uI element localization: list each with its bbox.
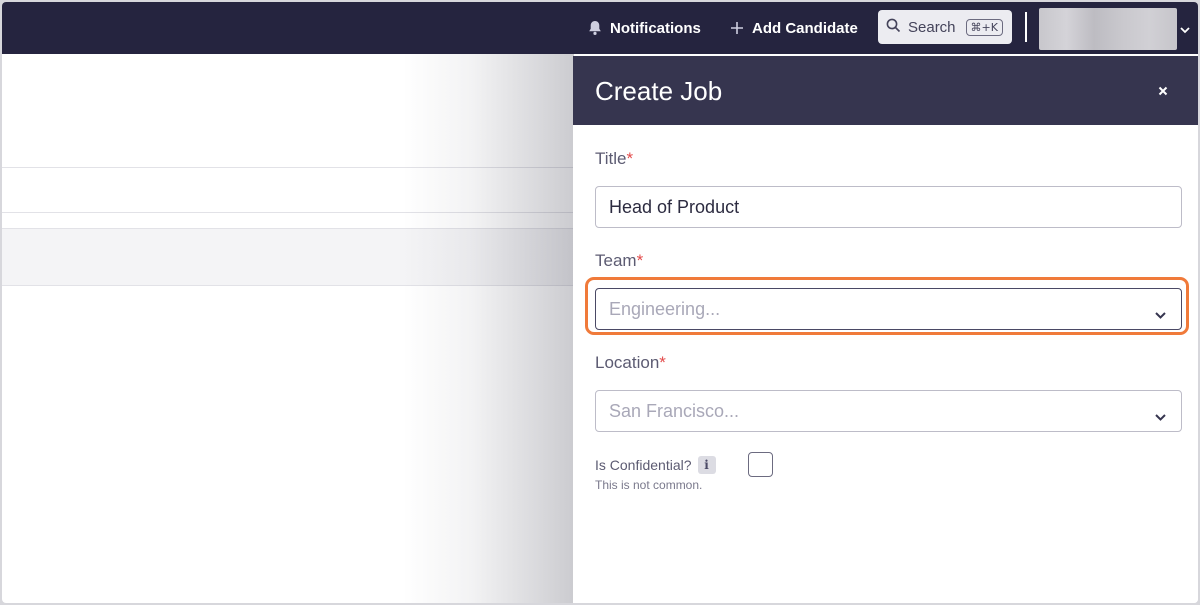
confidential-label: Is Confidential? i	[595, 456, 716, 474]
location-select[interactable]: San Francisco...	[595, 390, 1182, 432]
search-shortcut: ⌘+K	[965, 18, 1003, 36]
user-menu[interactable]	[1039, 8, 1177, 50]
location-placeholder: San Francisco...	[609, 400, 740, 421]
chevron-down-icon	[1154, 304, 1167, 325]
team-label-text: Team	[595, 251, 637, 270]
confidential-hint: This is not common.	[595, 478, 703, 492]
create-job-drawer: Create Job Title* Team* Engineering... L…	[573, 56, 1198, 603]
close-button[interactable]	[1155, 83, 1171, 99]
location-label-text: Location	[595, 353, 660, 372]
info-icon[interactable]: i	[697, 456, 716, 474]
drawer-title: Create Job	[595, 76, 723, 106]
add-candidate-button[interactable]: Add Candidate	[730, 2, 858, 54]
chevron-down-icon	[1154, 406, 1167, 427]
close-icon	[1155, 86, 1171, 103]
chevron-down-icon[interactable]	[1179, 21, 1191, 39]
team-label: Team*	[595, 251, 643, 271]
title-label-text: Title	[595, 149, 627, 168]
required-mark: *	[626, 149, 634, 168]
required-mark: *	[659, 353, 666, 372]
team-select[interactable]: Engineering...	[595, 288, 1182, 330]
notifications-label: Notifications	[610, 19, 701, 37]
notifications-button[interactable]: Notifications	[588, 2, 701, 54]
nav-divider	[1025, 12, 1027, 42]
bell-icon	[588, 20, 602, 36]
search-button[interactable]: Search ⌘+K	[878, 10, 1012, 44]
location-label: Location*	[595, 353, 666, 373]
team-placeholder: Engineering...	[609, 298, 721, 319]
title-input[interactable]	[595, 186, 1182, 228]
drawer-header: Create Job	[573, 56, 1198, 125]
add-candidate-label: Add Candidate	[752, 19, 858, 37]
modal-backdrop	[402, 54, 574, 603]
confidential-label-text: Is Confidential?	[595, 457, 692, 473]
title-label: Title*	[595, 149, 633, 169]
top-nav: Notifications Add Candidate Search ⌘+K	[2, 2, 1198, 54]
required-mark: *	[636, 251, 644, 270]
plus-icon	[730, 21, 744, 35]
search-label: Search	[908, 18, 956, 36]
app-window: Notifications Add Candidate Search ⌘+K C…	[2, 2, 1198, 603]
search-icon	[886, 18, 901, 37]
confidential-checkbox[interactable]	[748, 452, 773, 477]
